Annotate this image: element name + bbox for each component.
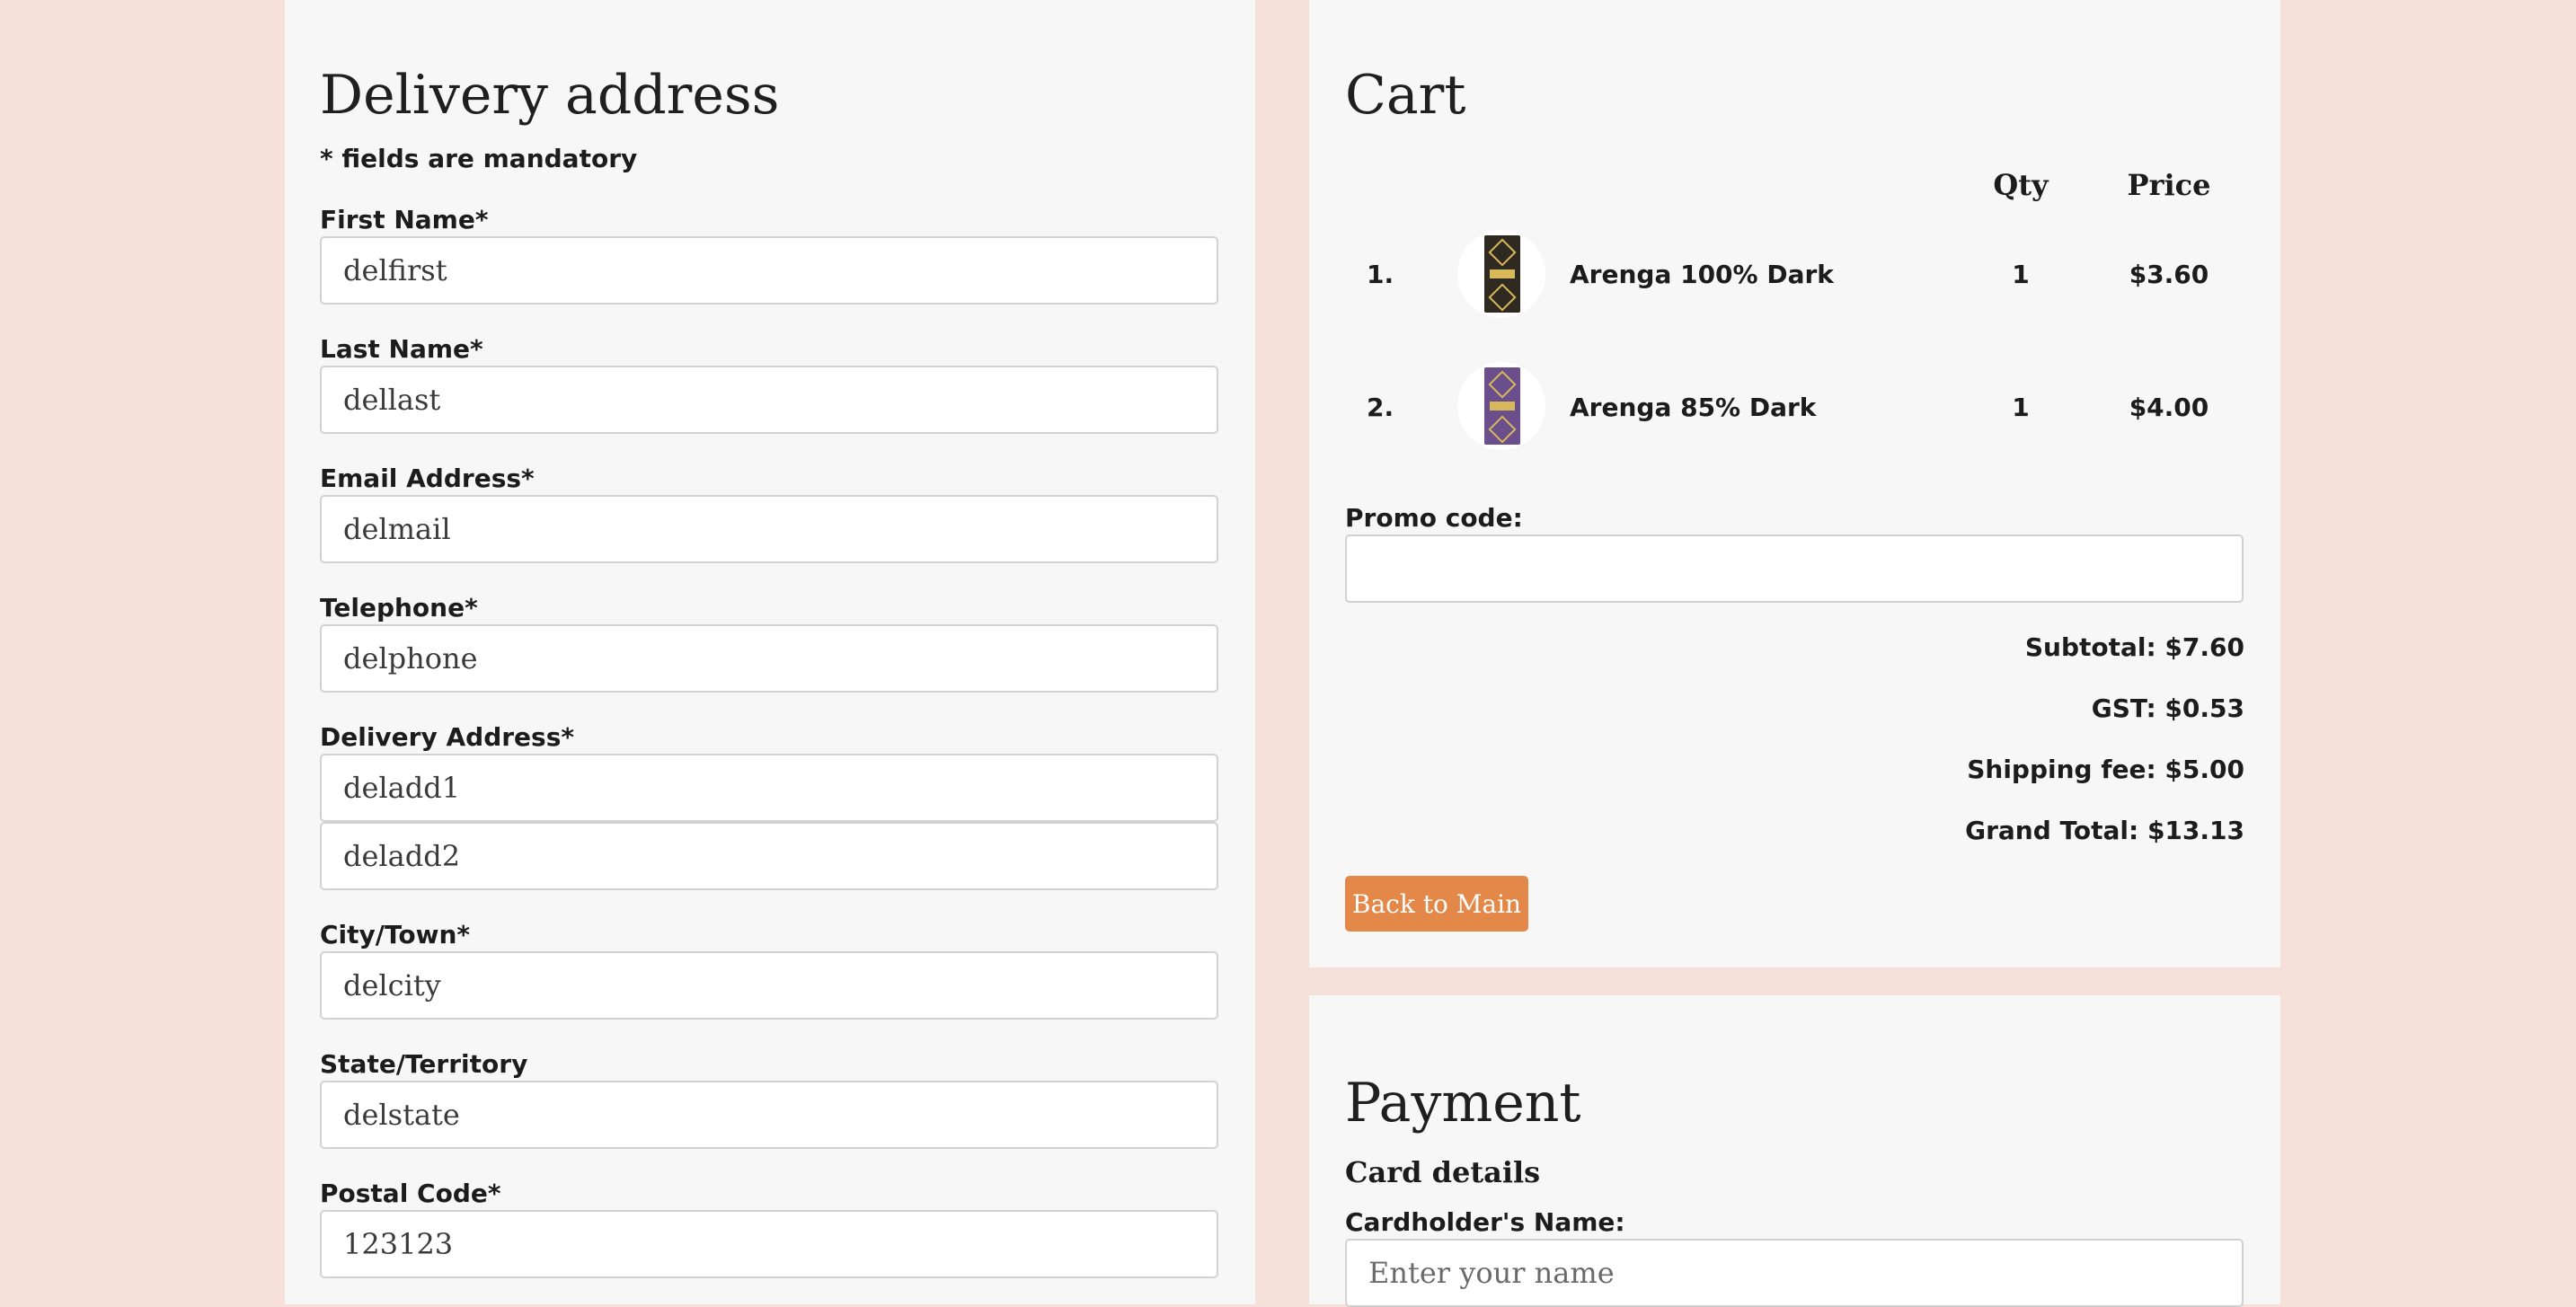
delivery-address-label: Delivery Address* xyxy=(320,722,575,752)
state-label: State/Territory xyxy=(320,1049,528,1079)
email-input[interactable] xyxy=(320,495,1218,563)
cardholder-name-input[interactable] xyxy=(1345,1239,2244,1307)
cart-item-price: $4.00 xyxy=(2129,393,2209,422)
cart-panel: Cart Qty Price 1. Arenga 100% Dark 1 $3.… xyxy=(1309,0,2280,967)
cardholder-name-label: Cardholder's Name: xyxy=(1345,1207,1625,1237)
subtotal: Subtotal: $7.60 xyxy=(2024,632,2244,662)
product-thumbnail xyxy=(1457,362,1545,450)
promo-code-label: Promo code: xyxy=(1345,503,1523,533)
cart-item-qty: 1 xyxy=(2012,260,2030,289)
chocolate-wrapper-image xyxy=(1484,235,1520,313)
promo-code-input[interactable] xyxy=(1345,534,2244,603)
cart-item-price: $3.60 xyxy=(2129,260,2209,289)
first-name-label: First Name* xyxy=(320,205,489,234)
cart-item-name: Arenga 85% Dark xyxy=(1570,393,1817,422)
city-input[interactable] xyxy=(320,951,1218,1020)
payment-panel: Payment Card details Cardholder's Name: xyxy=(1309,995,2280,1307)
grand-total: Grand Total: $13.13 xyxy=(1965,816,2244,845)
email-label: Email Address* xyxy=(320,464,535,493)
state-input[interactable] xyxy=(320,1081,1218,1149)
postal-code-label: Postal Code* xyxy=(320,1179,501,1208)
gst: GST: $0.53 xyxy=(2091,693,2244,723)
price-column-header: Price xyxy=(2127,168,2211,202)
first-name-input[interactable] xyxy=(320,236,1218,305)
city-label: City/Town* xyxy=(320,920,471,949)
delivery-address-panel: Delivery address * fields are mandatory … xyxy=(285,0,1255,1304)
cart-item-name: Arenga 100% Dark xyxy=(1570,260,1834,289)
mandatory-note: * fields are mandatory xyxy=(320,144,638,173)
chocolate-wrapper-image xyxy=(1484,367,1520,445)
cart-title: Cart xyxy=(1345,64,1466,127)
shipping-fee: Shipping fee: $5.00 xyxy=(1967,755,2244,784)
address-line1-input[interactable] xyxy=(320,754,1218,822)
telephone-label: Telephone* xyxy=(320,593,478,623)
product-thumbnail xyxy=(1457,230,1545,318)
last-name-label: Last Name* xyxy=(320,334,483,364)
cart-item-index: 2. xyxy=(1367,393,1394,422)
cart-item-index: 1. xyxy=(1367,260,1394,289)
telephone-input[interactable] xyxy=(320,624,1218,693)
last-name-input[interactable] xyxy=(320,366,1218,434)
delivery-title: Delivery address xyxy=(320,64,780,127)
back-to-main-button[interactable]: Back to Main xyxy=(1345,876,1528,932)
cart-item-qty: 1 xyxy=(2012,393,2030,422)
address-line2-input[interactable] xyxy=(320,822,1218,890)
payment-title: Payment xyxy=(1345,1072,1581,1135)
qty-column-header: Qty xyxy=(1993,168,2049,202)
postal-code-input[interactable] xyxy=(320,1210,1218,1278)
card-details-heading: Card details xyxy=(1345,1155,1541,1189)
